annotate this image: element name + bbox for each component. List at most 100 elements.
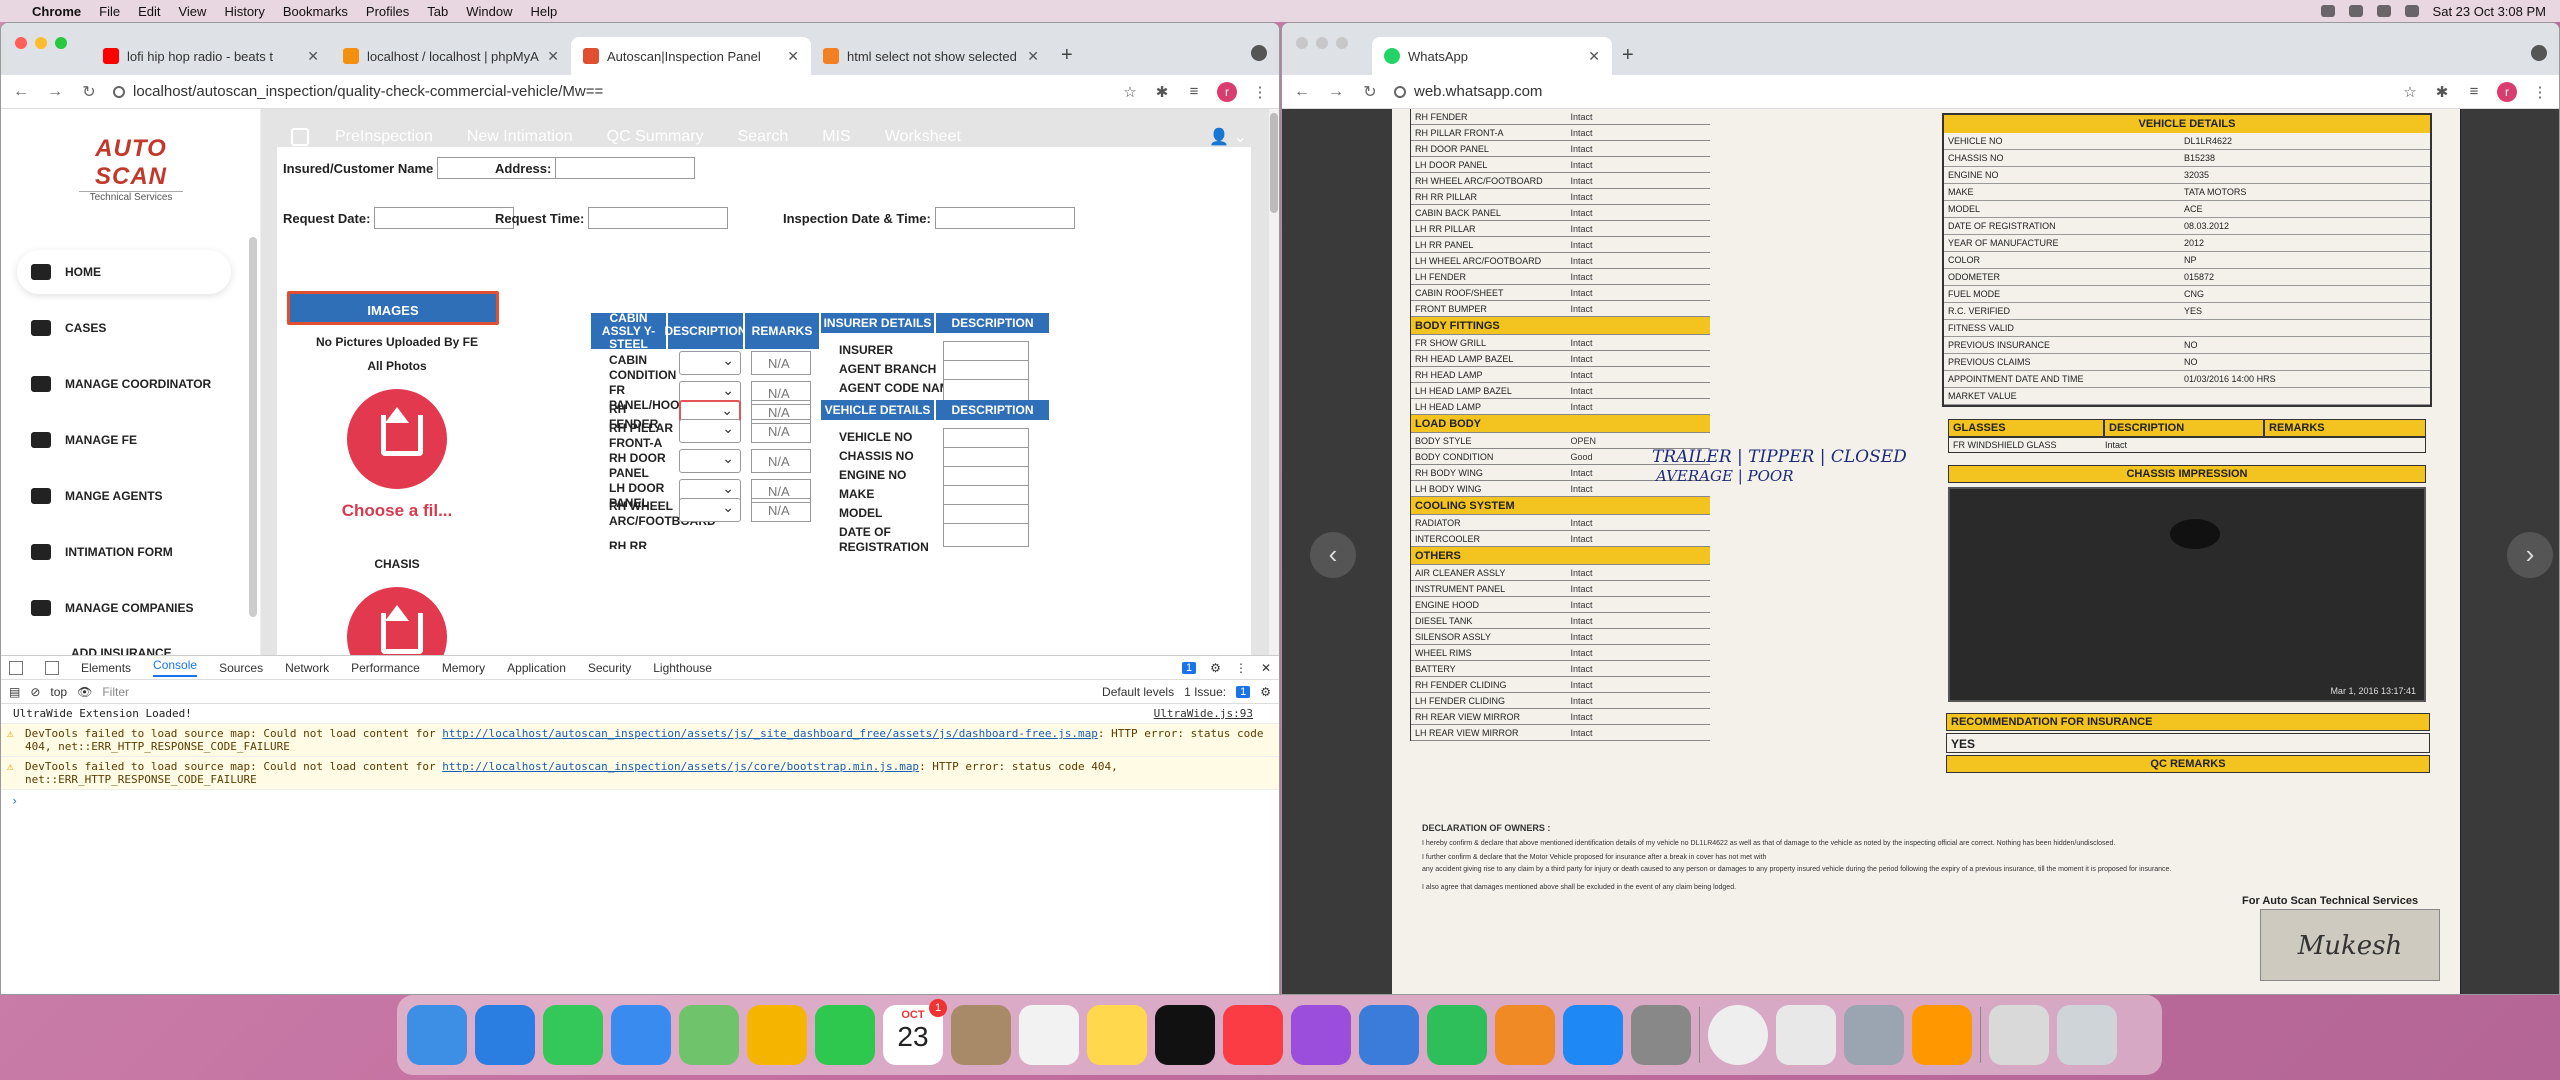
nav-preinspection[interactable]: PreInspection (335, 128, 433, 146)
site-info-icon[interactable] (1394, 85, 1406, 98)
java-icon[interactable] (1776, 1005, 1836, 1065)
nav-qc-summary[interactable]: QC Summary (607, 128, 704, 146)
devtools-tab-performance[interactable]: Performance (351, 661, 420, 675)
profile-avatar[interactable]: r (2497, 81, 2517, 102)
facetime-icon[interactable] (815, 1005, 875, 1065)
devtools-tab-network[interactable]: Network (285, 661, 329, 675)
tab-phpmyadmin[interactable]: localhost / localhost | phpMyA ✕ (331, 37, 571, 75)
choose-file-link[interactable]: Choose a fil... (287, 501, 507, 521)
devtools-tab-memory[interactable]: Memory (442, 661, 485, 675)
calendar-icon[interactable]: OCT 23 1 (883, 999, 947, 1065)
clear-console-icon[interactable]: ⊘ (30, 685, 40, 699)
safari-icon[interactable] (475, 1005, 535, 1065)
warning-link[interactable]: http://localhost/autoscan_inspection/ass… (442, 727, 1098, 740)
devtools-tab-security[interactable]: Security (588, 661, 631, 675)
devtools-tab-lighthouse[interactable]: Lighthouse (653, 661, 712, 675)
tab-search-icon[interactable] (2531, 45, 2547, 61)
menu-history[interactable]: History (224, 4, 264, 19)
bookmark-star-icon[interactable]: ☆ (1121, 83, 1139, 101)
sidebar-item-manage-fe[interactable]: MANAGE FE (17, 418, 231, 462)
zoom-window-button[interactable] (1336, 37, 1348, 49)
sidebar-item-manage-coordinator[interactable]: MANAGE COORDINATOR (17, 362, 231, 406)
tab-search-icon[interactable] (1251, 45, 1267, 61)
rh-pillar-front-select[interactable] (679, 419, 741, 443)
console-settings-icon[interactable]: ⚙ (1260, 685, 1271, 699)
music-icon[interactable] (1223, 1005, 1283, 1065)
minimize-window-button[interactable] (35, 37, 47, 49)
warning-link[interactable]: http://localhost/autoscan_inspection/ass… (442, 760, 919, 773)
messages-icon[interactable] (543, 1005, 603, 1065)
new-tab-button[interactable]: + (1622, 44, 1634, 67)
previous-media-arrow-icon[interactable]: ‹ (1310, 532, 1356, 578)
battery-icon[interactable] (2320, 5, 2335, 17)
inspect-element-icon[interactable] (9, 660, 23, 675)
system-preferences-icon[interactable] (1631, 1005, 1691, 1065)
rh-wheel-arc-select[interactable] (679, 498, 741, 522)
date-of-registration-input[interactable] (943, 523, 1029, 547)
downloads-folder-icon[interactable] (1989, 1005, 2049, 1065)
chrome-menu-icon[interactable]: ⋮ (2531, 83, 2549, 101)
menu-bookmarks[interactable]: Bookmarks (283, 4, 348, 19)
rh-door-panel-remarks[interactable]: N/A (751, 449, 811, 473)
tab-stackoverflow[interactable]: html select not show selected ✕ (811, 37, 1051, 75)
wifi-icon[interactable] (2348, 5, 2363, 17)
menu-file[interactable]: File (99, 4, 120, 19)
user-menu-icon[interactable]: 👤 ⌄ (1209, 127, 1247, 147)
sidebar-item-manage-companies[interactable]: MANAGE COMPANIES (17, 586, 231, 630)
reload-icon[interactable]: ↻ (79, 82, 99, 102)
menu-tab[interactable]: Tab (427, 4, 448, 19)
autoscan-logo[interactable]: AUTO SCAN Technical Services (61, 135, 201, 203)
sidebar-item-mange-agents[interactable]: MANGE AGENTS (17, 474, 231, 518)
tab-lofi[interactable]: lofi hip hop radio - beats t ✕ (91, 37, 331, 75)
spotlight-icon[interactable] (2404, 5, 2419, 17)
photos-icon[interactable] (747, 1005, 807, 1065)
settings-gear-dock-icon[interactable] (1844, 1005, 1904, 1065)
profile-avatar[interactable]: r (1217, 81, 1237, 102)
close-tab-icon[interactable]: ✕ (547, 48, 559, 65)
close-tab-icon[interactable]: ✕ (787, 48, 799, 65)
sidebar-scrollbar[interactable] (249, 237, 257, 617)
console-filter-input[interactable]: Filter (102, 685, 1092, 699)
menu-window[interactable]: Window (466, 4, 512, 19)
devtools-menu-icon[interactable]: ⋮ (1235, 661, 1247, 675)
nav-worksheet[interactable]: Worksheet (885, 128, 961, 146)
mail-icon[interactable] (611, 1005, 671, 1065)
devtools-tab-sources[interactable]: Sources (219, 661, 263, 675)
log-source-link[interactable]: UltraWide.js:93 (1154, 707, 1253, 720)
devtools-tab-application[interactable]: Application (507, 661, 566, 675)
reading-list-icon[interactable]: ≡ (1185, 83, 1203, 101)
devtools-tab-console[interactable]: Console (153, 658, 198, 677)
console-prompt[interactable]: › (1, 790, 1279, 812)
new-tab-button[interactable]: + (1061, 44, 1073, 67)
menu-view[interactable]: View (178, 4, 206, 19)
site-info-icon[interactable] (113, 85, 125, 98)
chrome-icon[interactable] (1708, 1005, 1768, 1065)
close-devtools-icon[interactable]: ✕ (1261, 661, 1271, 675)
reminders-icon[interactable] (1019, 1005, 1079, 1065)
sidebar-item-intimation-form[interactable]: INTIMATION FORM (17, 530, 231, 574)
context-select[interactable]: top (50, 685, 67, 699)
close-window-button[interactable] (1296, 37, 1308, 49)
sublime-text-icon[interactable] (1912, 1005, 1972, 1065)
reload-icon[interactable]: ↻ (1360, 82, 1380, 102)
url-field[interactable]: web.whatsapp.com (1394, 78, 2387, 106)
rh-door-panel-select[interactable] (679, 449, 741, 473)
sidebar-toggle-icon[interactable]: ▤ (9, 685, 20, 699)
numbers-icon[interactable] (1427, 1005, 1487, 1065)
extensions-icon[interactable]: ✱ (2433, 83, 2451, 101)
notes-icon[interactable] (1087, 1005, 1147, 1065)
forward-icon[interactable]: → (45, 83, 65, 101)
tab-whatsapp[interactable]: WhatsApp ✕ (1372, 37, 1612, 75)
sidebar-item-cases[interactable]: CASES (17, 306, 231, 350)
zoom-window-button[interactable] (55, 37, 67, 49)
app-store-icon[interactable] (1563, 1005, 1623, 1065)
images-header[interactable]: IMAGES (287, 291, 499, 325)
request-time-input[interactable] (588, 207, 729, 229)
clock[interactable]: Sat 23 Oct 3:08 PM (2433, 4, 2546, 19)
sidebar-item-add-insurance[interactable]: ADD INSURANCE (17, 631, 231, 655)
settings-gear-icon[interactable]: ⚙ (1210, 661, 1221, 675)
tab-autoscan[interactable]: Autoscan|Inspection Panel ✕ (571, 37, 811, 75)
sidebar-item-home[interactable]: HOME (17, 250, 231, 294)
request-date-input[interactable] (374, 207, 515, 229)
issues-counter[interactable]: 1 Issue: (1184, 685, 1226, 699)
